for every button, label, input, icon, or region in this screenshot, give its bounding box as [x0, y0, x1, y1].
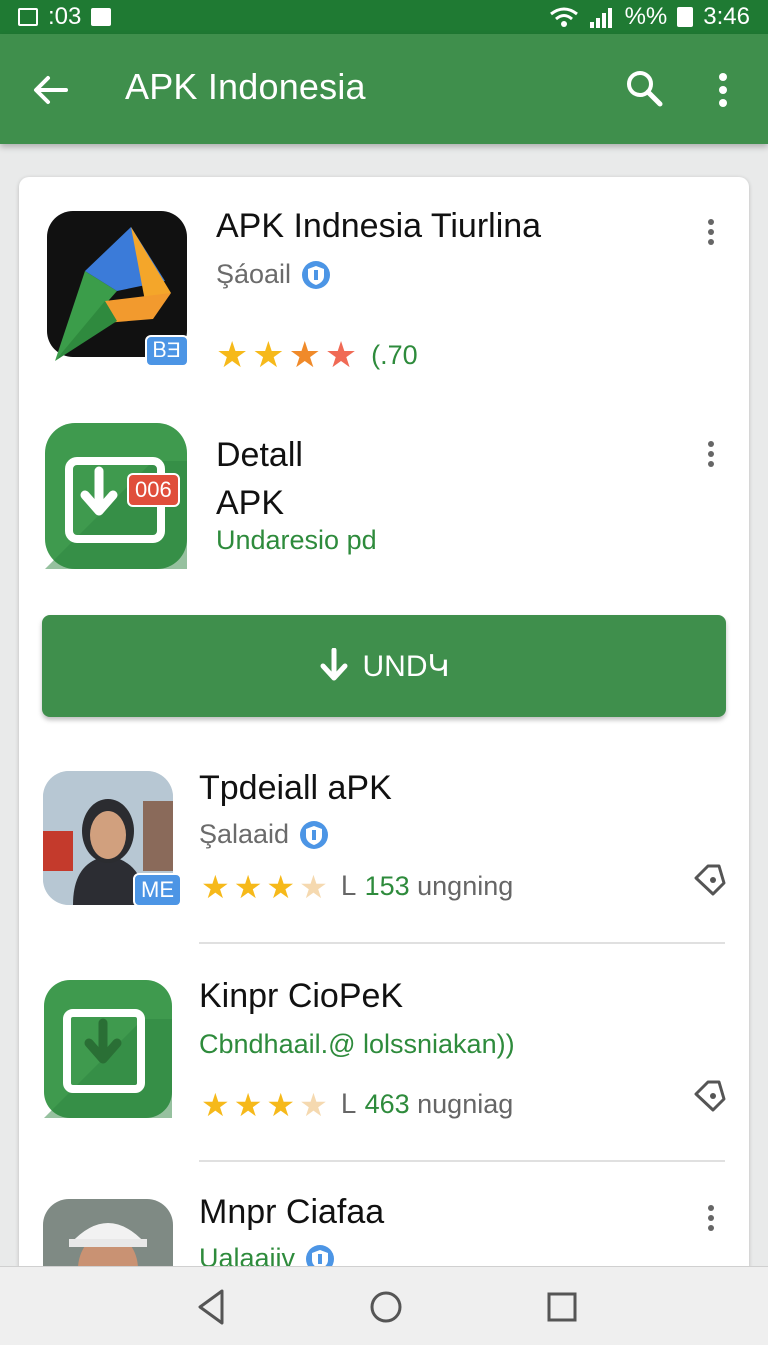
star-icon: ★	[233, 869, 263, 905]
back-arrow-icon[interactable]	[30, 68, 74, 112]
star-icon: ★	[324, 334, 358, 375]
app-title[interactable]: Detall APK	[216, 431, 303, 527]
overflow-menu-icon[interactable]	[708, 68, 738, 112]
rating-value: (.70	[371, 339, 418, 370]
status-left-time: :03	[48, 3, 82, 30]
verified-shield-icon	[302, 260, 331, 289]
rating-stars: ★ ★ ★ ★ Ꮮ 153 ungning	[201, 871, 513, 903]
verified-shield-icon	[300, 820, 329, 849]
signal-icon	[589, 8, 612, 28]
status-bar: :03 %% 3:46	[0, 0, 768, 34]
nav-recents-icon[interactable]	[540, 1285, 584, 1329]
app-developer-name: Şalaaid	[199, 819, 290, 849]
notification-icon	[18, 8, 38, 26]
status-percent-text: %%	[624, 3, 668, 30]
review-count: Ꮮ 463 nugniag	[341, 1089, 514, 1119]
app-notification-icon	[91, 8, 112, 26]
star-icon: ★	[299, 869, 328, 905]
app-title-line: Detall	[216, 436, 303, 474]
star-icon: ★	[252, 334, 285, 375]
item-menu-button[interactable]	[699, 437, 723, 477]
star-icon: ★	[233, 1087, 263, 1123]
download-button-label: UNDԿ	[362, 649, 450, 683]
star-icon: ★	[266, 869, 296, 905]
download-button[interactable]: UNDԿ	[42, 615, 726, 717]
app-developer: Şalaaid	[199, 819, 329, 850]
app-title[interactable]: APK Indnesia Tiurlina	[216, 207, 541, 246]
app-title[interactable]: Tpdeiall aPK	[199, 769, 392, 808]
rating-stars: ★ ★ ★ ★ (.70	[216, 337, 418, 373]
list-divider	[199, 1160, 725, 1162]
app-icon-kinpr[interactable]	[43, 979, 173, 1119]
app-bar: APK Indonesia	[0, 34, 768, 144]
app-developer-name: Şáoail	[216, 259, 292, 289]
rating-stars: ★ ★ ★ ★ Ꮮ 463 nugniag	[201, 1089, 513, 1121]
app-bar-title: APK Indonesia	[125, 66, 366, 107]
review-count: Ꮮ 153 ungning	[341, 871, 514, 901]
nav-back-icon[interactable]	[190, 1285, 234, 1329]
tag-icon[interactable]	[693, 863, 727, 897]
list-divider	[199, 942, 725, 944]
item-menu-button[interactable]	[699, 1201, 723, 1241]
wifi-icon	[549, 7, 578, 27]
update-count-badge: 006	[127, 473, 180, 507]
app-badge: ME	[133, 873, 182, 907]
app-developer: Şáoail	[216, 259, 331, 290]
app-badge: ᏴƎ	[145, 335, 189, 367]
app-status-text: Undaresio pd	[216, 525, 377, 555]
app-title-line: APK	[216, 484, 285, 522]
status-clock: 3:46	[703, 3, 750, 30]
download-arrow-icon	[320, 648, 348, 681]
star-icon: ★	[299, 1087, 328, 1123]
app-list-card: ᏴƎ APK Indnesia Tiurlina Şáoail ★ ★ ★ ★ …	[19, 177, 749, 1297]
star-icon: ★	[201, 869, 230, 905]
star-icon: ★	[216, 334, 249, 375]
search-icon[interactable]	[624, 68, 664, 108]
item-menu-button[interactable]	[699, 215, 723, 255]
app-title[interactable]: Mnpr Ciafaa	[199, 1193, 384, 1232]
tag-icon[interactable]	[693, 1079, 727, 1113]
star-icon: ★	[266, 1087, 296, 1123]
nav-home-icon[interactable]	[364, 1285, 408, 1329]
star-icon: ★	[288, 334, 321, 375]
app-developer-name: Cbndhaail.@ lolssniakan))	[199, 1029, 515, 1059]
system-nav-bar	[0, 1266, 768, 1345]
app-title[interactable]: Kinpr CioPeK	[199, 977, 403, 1016]
battery-icon	[677, 7, 694, 27]
star-icon: ★	[201, 1087, 230, 1123]
